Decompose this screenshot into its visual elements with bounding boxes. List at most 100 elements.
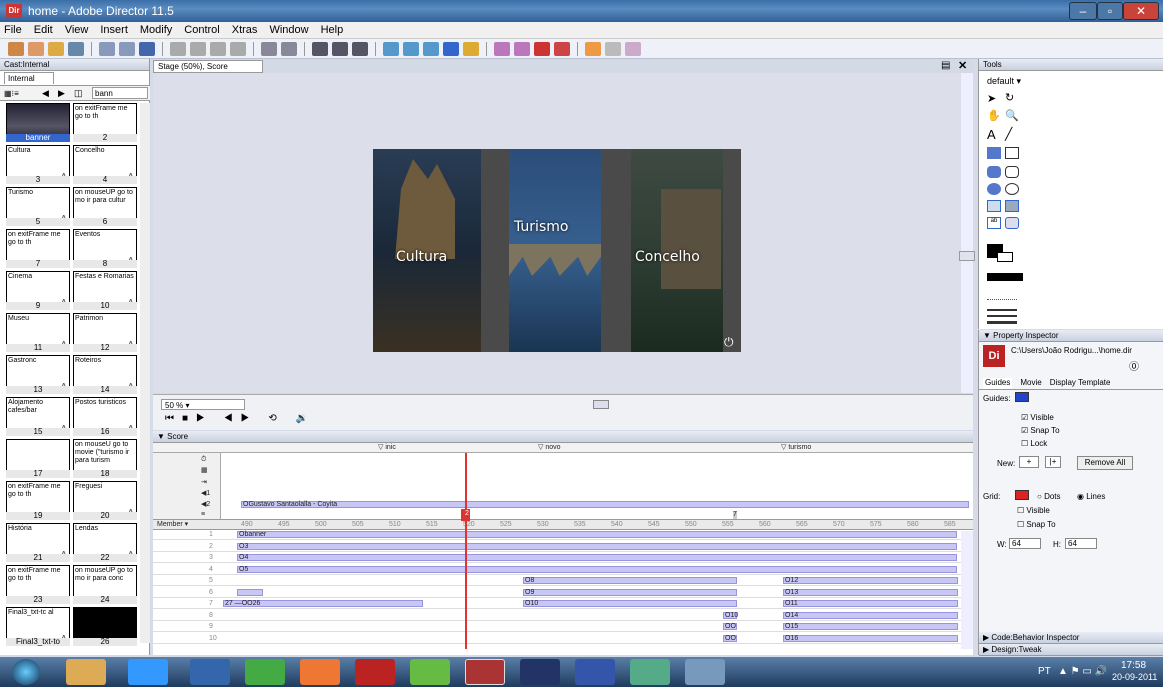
stage-vscroll[interactable] [961,73,973,393]
sprite-channel[interactable]: 2 O3 [153,542,973,552]
replace-icon[interactable] [281,41,297,56]
new-movie-icon[interactable] [8,41,24,56]
import-icon[interactable] [68,41,84,56]
zoom-select[interactable]: 50 % ▾ [161,399,245,410]
sprite-span[interactable] [237,588,263,596]
score-window-icon[interactable] [403,41,419,56]
behavior-inspector-icon[interactable] [585,41,601,56]
guides-lock-checkbox[interactable]: ☐ Lock [1021,439,1047,448]
grid-snap-checkbox[interactable]: ☐ Snap To [1017,520,1056,529]
panel-menu-icon[interactable]: ▤ [941,60,950,71]
filled-roundrect-tool-icon[interactable] [987,166,1001,178]
save-icon[interactable] [99,41,115,56]
sprite-span[interactable]: O13 [783,588,958,596]
sprite-span[interactable]: Obanner [237,531,957,538]
sprite-span[interactable]: O12 [783,577,958,584]
start-button[interactable] [12,659,40,685]
undo-icon[interactable] [170,41,186,56]
sprite-span[interactable]: 27 —OO26 [223,600,423,607]
sprite-channel[interactable]: 1 Obanner [153,531,973,540]
tool-mode-select[interactable]: default ▾ [987,76,1021,87]
help-icon[interactable]: ⓪ [1129,358,1139,373]
line-width-none[interactable] [987,299,1017,300]
flash-taskbar-icon[interactable] [355,659,395,685]
app-taskbar-icon[interactable] [245,659,285,685]
photoshop-taskbar-icon[interactable] [520,659,560,685]
guides-visible-checkbox[interactable]: ☑ Visible [1021,413,1054,422]
sprite-span[interactable]: O16 [783,634,958,642]
tab-display-template[interactable]: Display Template [1050,378,1111,389]
menu-view[interactable]: View [65,24,89,38]
hand-tool-icon[interactable]: ✋ [987,109,1001,122]
sound-channel-2-sprite[interactable] [241,501,969,508]
zoom-tool-icon[interactable]: 🔍 [1005,109,1019,122]
menu-file[interactable]: File [4,24,22,38]
sprite-channel[interactable]: 10 OO O16 [153,634,973,644]
tab-guides[interactable]: Guides [983,378,1013,389]
marker-turismo[interactable]: ▽ turismo [781,444,811,452]
tools-collapse-handle[interactable] [959,251,975,261]
sprite-span[interactable]: O4 [237,554,957,561]
sprite-span[interactable]: O14 [783,611,958,619]
clock-time[interactable]: 17:58 [1121,660,1146,671]
grid-lines-radio[interactable]: ◉ Lines [1077,492,1105,501]
cast-member-name-field[interactable]: bann [92,87,148,99]
ie-taskbar-icon[interactable] [128,659,168,685]
word-taskbar-icon[interactable] [575,659,615,685]
playhead[interactable] [465,453,467,649]
paste-icon[interactable] [230,41,246,56]
publish-icon[interactable] [139,41,155,56]
guides-snap-checkbox[interactable]: ☑ Snap To [1021,426,1060,435]
menu-window[interactable]: Window [269,24,308,38]
grid-visible-checkbox[interactable]: ☐ Visible [1017,506,1050,515]
grid-color-chip[interactable] [1015,490,1029,500]
grid-height-input[interactable]: 64 [1065,538,1097,549]
paint-window-icon[interactable] [494,41,510,56]
roundrect-tool-icon[interactable] [1005,166,1019,178]
menu-insert[interactable]: Insert [100,24,128,38]
maximize-button[interactable]: ▫ [1097,2,1123,20]
tab-movie[interactable]: Movie [1020,378,1041,389]
pattern-chip[interactable] [987,273,1023,281]
arrow-tool-icon[interactable]: ➤ [987,92,996,105]
clock-date[interactable]: 20-09-2011 [1112,672,1157,682]
tweak-icon[interactable] [605,41,621,56]
member-display-select[interactable]: Member ▾ [157,521,188,529]
save-all-icon[interactable] [119,41,135,56]
sprite-span[interactable]: O10 [523,600,737,607]
marker-novo[interactable]: ▽ novo [538,444,561,452]
radio-tool-icon[interactable] [1005,200,1019,212]
cast-scrollbar[interactable] [140,103,150,643]
menu-edit[interactable]: Edit [34,24,53,38]
line-width-3[interactable] [987,321,1017,324]
stage-hscroll-thumb[interactable] [593,400,609,409]
sprite-span[interactable]: O9 [523,588,737,596]
previous-member-icon[interactable]: ◀ [42,88,49,99]
background-color-chip[interactable] [997,252,1013,262]
button-tool-icon[interactable] [1005,217,1019,229]
stage-window-icon[interactable] [383,41,399,56]
grid-dots-radio[interactable]: ○ Dots [1037,492,1061,501]
language-indicator[interactable]: PT [1038,666,1051,677]
find-icon[interactable] [261,41,277,56]
sprite-span[interactable]: O10 [723,611,738,619]
close-button[interactable]: ✕ [1123,2,1159,20]
marker-channel[interactable]: ▽ inic ▽ novo ▽ turismo [153,443,973,453]
minimize-button[interactable]: – [1069,2,1097,20]
filled-rect-tool-icon[interactable] [987,147,1001,159]
line-tool-icon[interactable]: ╱ [1005,127,1012,141]
sprite-channel[interactable]: 7 27 —OO26 O10 O11 [153,600,973,609]
cast-tab-internal[interactable]: Internal [4,72,54,84]
stage-tab[interactable]: Stage (50%), Score [153,60,263,73]
marker-inic[interactable]: ▽ inic [378,444,396,452]
sprite-span[interactable]: OO [723,634,737,642]
open-icon[interactable] [48,41,64,56]
network-taskbar-icon[interactable] [630,659,670,685]
next-member-icon[interactable]: ▶ [58,88,65,99]
rewind-icon[interactable] [312,41,328,56]
rotate-tool-icon[interactable]: ↻ [1005,91,1014,104]
director-taskbar-icon[interactable] [465,659,505,685]
text-tool-icon[interactable]: A [987,127,996,142]
sprite-channel[interactable]: 8 O10 O14 [153,611,973,621]
filled-ellipse-tool-icon[interactable] [987,183,1001,195]
